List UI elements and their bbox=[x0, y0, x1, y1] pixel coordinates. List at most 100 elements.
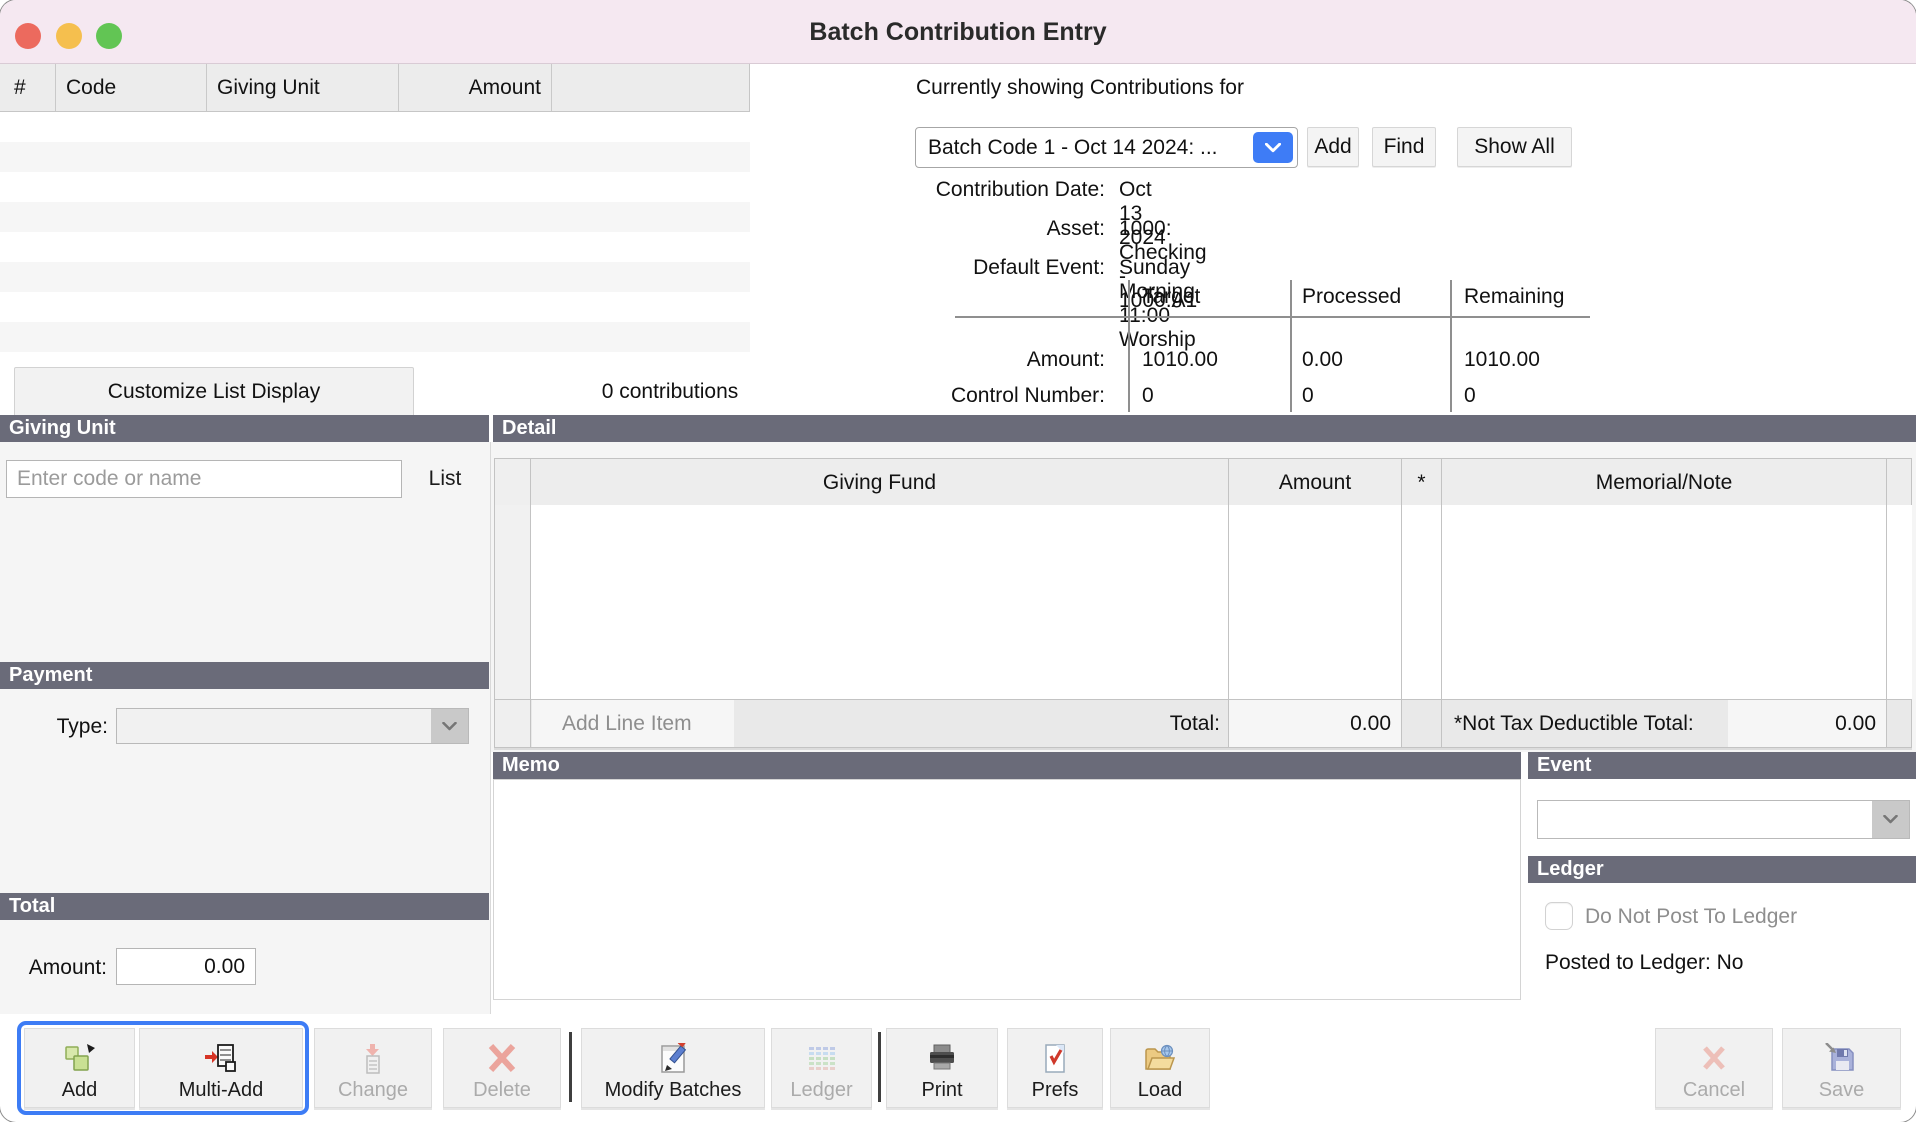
detail-section-bar: Detail bbox=[493, 415, 1916, 442]
detail-col-star: * bbox=[1401, 459, 1441, 505]
chevron-down-icon bbox=[1872, 801, 1909, 838]
toolbar-load-label: Load bbox=[1138, 1079, 1183, 1101]
payment-type-label: Type: bbox=[0, 715, 108, 739]
contribution-date-label: Contribution Date: bbox=[850, 178, 1105, 202]
column-header-giving-unit[interactable]: Giving Unit bbox=[206, 64, 398, 111]
column-header-code[interactable]: Code bbox=[55, 64, 206, 111]
toolbar-ledger-label: Ledger bbox=[790, 1079, 852, 1101]
detail-end-cell bbox=[1886, 505, 1912, 699]
currently-showing-label: Currently showing Contributions for bbox=[916, 76, 1244, 100]
toolbar-prefs-label: Prefs bbox=[1032, 1079, 1079, 1101]
detail-giving-fund-cell[interactable] bbox=[530, 505, 1228, 699]
contribution-list-body[interactable] bbox=[0, 112, 750, 352]
toolbar-change-label: Change bbox=[338, 1079, 408, 1101]
detail-gutter-cell bbox=[495, 505, 530, 699]
window-title: Batch Contribution Entry bbox=[0, 0, 1916, 64]
summary-amount-target: 1010.00 bbox=[1142, 348, 1218, 372]
giving-unit-section-bar: Giving Unit bbox=[0, 415, 489, 442]
chevron-down-icon bbox=[1253, 132, 1293, 163]
detail-amount-cell[interactable] bbox=[1228, 505, 1401, 699]
toolbar-save-button: Save bbox=[1782, 1028, 1901, 1108]
toolbar-multi-add-label: Multi-Add bbox=[179, 1079, 263, 1101]
contribution-list-header: # Code Giving Unit Amount bbox=[0, 64, 750, 112]
detail-footer-gutter bbox=[495, 700, 530, 747]
toolbar-delete-label: Delete bbox=[473, 1079, 531, 1101]
default-event-label: Default Event: bbox=[850, 256, 1105, 280]
detail-memorial-cell[interactable] bbox=[1441, 505, 1886, 699]
toolbar-add-label: Add bbox=[62, 1079, 98, 1101]
toolbar-print-button[interactable]: Print bbox=[886, 1028, 998, 1108]
detail-col-end bbox=[1886, 459, 1912, 505]
toolbar-delete-button: Delete bbox=[443, 1028, 561, 1108]
titlebar: Batch Contribution Entry bbox=[0, 0, 1916, 64]
chevron-down-icon bbox=[431, 709, 468, 743]
detail-body-row[interactable] bbox=[494, 505, 1912, 700]
toolbar-separator bbox=[878, 1032, 881, 1102]
cancel-x-icon bbox=[1696, 1042, 1732, 1076]
contribution-count: 0 contributions bbox=[540, 380, 800, 404]
summary-amount-remaining: 1010.00 bbox=[1464, 348, 1540, 372]
total-amount-input[interactable] bbox=[116, 948, 256, 985]
detail-total-label: Total: bbox=[1170, 700, 1220, 748]
toolbar-prefs-button[interactable]: Prefs bbox=[1007, 1028, 1103, 1108]
batch-select-dropdown[interactable]: Batch Code 1 - Oct 14 2024: ... bbox=[915, 127, 1298, 168]
toolbar-multi-add-button[interactable]: Multi-Add bbox=[139, 1028, 303, 1108]
memo-textarea[interactable] bbox=[493, 779, 1521, 1000]
batch-find-button[interactable]: Find bbox=[1372, 127, 1436, 167]
summary-amount-processed: 0.00 bbox=[1302, 348, 1343, 372]
detail-footer-end bbox=[1886, 700, 1912, 747]
column-header-amount[interactable]: Amount bbox=[398, 64, 551, 111]
ledger-section-bar: Ledger bbox=[1528, 856, 1916, 883]
summary-control-processed: 0 bbox=[1302, 384, 1314, 408]
detail-footer-row: Add Line Item Total: 0.00 *Not Tax Deduc… bbox=[494, 699, 1912, 748]
toolbar-save-label: Save bbox=[1819, 1079, 1865, 1101]
printer-icon bbox=[924, 1042, 960, 1076]
close-window-button[interactable] bbox=[15, 23, 41, 49]
detail-col-amount: Amount bbox=[1228, 459, 1401, 505]
toolbar-modify-batches-label: Modify Batches bbox=[605, 1079, 742, 1101]
event-dropdown[interactable] bbox=[1537, 800, 1910, 839]
multi-add-list-icon bbox=[203, 1042, 239, 1076]
toolbar-load-button[interactable]: Load bbox=[1110, 1028, 1210, 1108]
toolbar-cancel-button: Cancel bbox=[1655, 1028, 1773, 1108]
toolbar-print-label: Print bbox=[921, 1079, 962, 1101]
toolbar-add-button[interactable]: Add bbox=[24, 1028, 135, 1108]
page-check-icon bbox=[1037, 1042, 1073, 1076]
summary-control-label: Control Number: bbox=[850, 384, 1105, 408]
customize-list-display-button[interactable]: Customize List Display bbox=[14, 367, 414, 417]
detail-footer-fund: Add Line Item Total: bbox=[530, 700, 1228, 747]
detail-gutter-header bbox=[495, 459, 530, 505]
minimize-window-button[interactable] bbox=[56, 23, 82, 49]
memo-section-bar: Memo bbox=[493, 752, 1521, 779]
change-list-icon bbox=[355, 1042, 391, 1076]
event-section-bar: Event bbox=[1528, 752, 1916, 779]
detail-col-memorial-note: Memorial/Note bbox=[1441, 459, 1886, 505]
summary-col-target: Target bbox=[1142, 285, 1200, 309]
summary-col-processed: Processed bbox=[1302, 285, 1401, 309]
detail-header-row: Giving Fund Amount * Memorial/Note bbox=[494, 458, 1912, 506]
batch-show-all-button[interactable]: Show All bbox=[1457, 127, 1572, 167]
toolbar-modify-batches-button[interactable]: Modify Batches bbox=[581, 1028, 765, 1108]
detail-star-cell[interactable] bbox=[1401, 505, 1441, 699]
column-header-number[interactable]: # bbox=[0, 64, 55, 111]
not-tax-deductible-value: 0.00 bbox=[1728, 700, 1886, 747]
save-floppy-icon bbox=[1824, 1042, 1860, 1076]
batch-add-button[interactable]: Add bbox=[1307, 127, 1359, 167]
zoom-window-button[interactable] bbox=[96, 23, 122, 49]
summary-amount-label: Amount: bbox=[850, 348, 1105, 372]
add-line-item-button[interactable]: Add Line Item bbox=[532, 700, 734, 747]
do-not-post-checkbox[interactable] bbox=[1545, 902, 1573, 930]
not-tax-deductible-label: *Not Tax Deductible Total: bbox=[1442, 700, 1728, 747]
total-amount-label: Amount: bbox=[0, 956, 107, 980]
detail-total-value: 0.00 bbox=[1228, 700, 1401, 747]
do-not-post-label: Do Not Post To Ledger bbox=[1585, 905, 1797, 929]
giving-unit-search-input[interactable] bbox=[6, 460, 402, 498]
add-pages-icon bbox=[62, 1042, 98, 1076]
payment-section-bar: Payment bbox=[0, 662, 489, 689]
payment-type-dropdown[interactable] bbox=[116, 708, 469, 744]
summary-control-remaining: 0 bbox=[1464, 384, 1476, 408]
toolbar-separator bbox=[569, 1032, 572, 1102]
toolbar-change-button: Change bbox=[314, 1028, 432, 1108]
giving-unit-list-button[interactable]: List bbox=[406, 460, 484, 498]
batch-select-value: Batch Code 1 - Oct 14 2024: ... bbox=[928, 136, 1218, 159]
